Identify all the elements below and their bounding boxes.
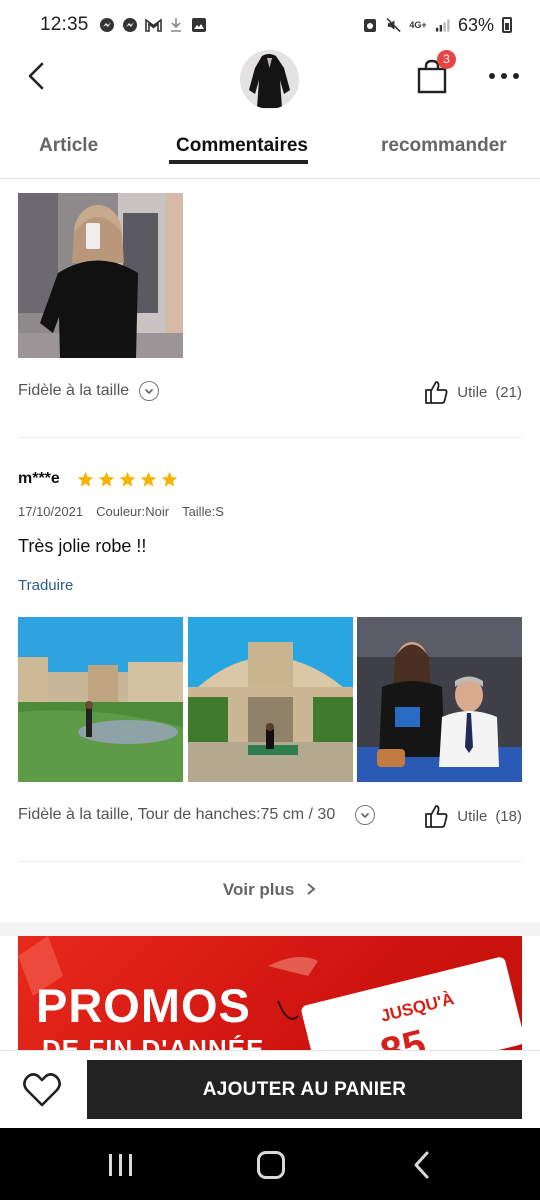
banner-title: PROMOS (36, 979, 251, 1032)
chevron-down-icon (361, 812, 370, 819)
translate-link[interactable]: Traduire (18, 577, 73, 594)
back-icon (414, 1151, 429, 1179)
palace-garden-image (18, 617, 183, 782)
helpful-count: (21) (495, 383, 522, 401)
cart-count-badge: 3 (437, 50, 456, 69)
mirror-selfie-image (18, 193, 183, 358)
helpful-count: (18) (495, 807, 522, 825)
star-icon (140, 471, 157, 487)
notification-icons (99, 17, 208, 34)
review-divider (18, 861, 522, 862)
mute-icon (386, 17, 401, 33)
review-photo[interactable] (18, 193, 183, 358)
star-rating (77, 471, 178, 488)
review-photo[interactable] (188, 617, 353, 782)
expand-fit-button[interactable] (355, 805, 376, 825)
network-icon: 4G+ (409, 20, 427, 30)
reviewer-name: m***e (18, 470, 60, 487)
battery-icon (502, 17, 512, 33)
messenger-icon (99, 17, 116, 34)
add-to-cart-button[interactable]: AJOUTER AU PANIER (87, 1060, 522, 1119)
thumbs-up-icon (425, 805, 448, 828)
tab-article[interactable]: Article (39, 135, 98, 157)
more-options-button[interactable] (484, 66, 524, 86)
system-back-button[interactable] (410, 1150, 434, 1180)
chevron-right-icon (307, 883, 316, 895)
review-divider (18, 437, 522, 438)
fit-label: Fidèle à la taille (18, 382, 130, 399)
banner-subtitle: DE FIN D'ANNÉE (42, 1034, 265, 1051)
fit-info: Fidèle à la taille, Tour de hanches:75 c… (18, 805, 376, 825)
gmail-icon (144, 17, 162, 34)
dot-icon (513, 73, 519, 79)
star-icon (119, 471, 136, 487)
thumbs-up-icon (425, 381, 448, 404)
chevron-down-icon (145, 388, 154, 395)
palace-fountain-image (188, 617, 353, 782)
review-date: 17/10/2021 (18, 504, 84, 519)
helpful-button[interactable]: Utile (21) (423, 379, 522, 405)
messenger-icon (122, 17, 139, 34)
review-meta: 17/10/2021 Couleur:Noir Taille:S (18, 504, 224, 519)
fit-label: Fidèle à la taille, Tour de hanches:75 c… (18, 806, 336, 823)
back-button[interactable] (22, 60, 54, 92)
signal-icon (435, 18, 450, 33)
product-thumbnail-image (240, 50, 299, 109)
bottom-action-bar: AJOUTER AU PANIER (0, 1050, 540, 1128)
star-icon (98, 471, 115, 487)
review-size: Taille:S (182, 504, 224, 519)
see-more-button[interactable]: Voir plus (0, 880, 540, 900)
system-status: 4G+ 63% (363, 15, 512, 36)
status-bar: 12:35 4G+ 63% (0, 0, 540, 50)
active-tab-indicator (169, 160, 308, 164)
event-photo-image (357, 617, 522, 782)
review-photo[interactable] (357, 617, 522, 782)
dot-icon (489, 73, 495, 79)
recent-apps-button[interactable] (107, 1152, 135, 1178)
helpful-button[interactable]: Utile (18) (423, 803, 522, 829)
battery-percent: 63% (457, 14, 494, 35)
system-navigation-bar (0, 1128, 540, 1200)
status-time: 12:35 (40, 14, 89, 35)
favorite-button[interactable] (22, 1071, 62, 1109)
review-color: Couleur:Noir (96, 504, 170, 519)
section-gap (0, 922, 540, 936)
download-icon (168, 17, 185, 34)
promo-banner[interactable]: JUSQU'À -85 PROMOS DE FIN D'ANNÉE (18, 936, 522, 1051)
expand-fit-button[interactable] (139, 381, 160, 401)
tab-comments[interactable]: Commentaires (176, 135, 308, 157)
top-bar: 3 (0, 50, 540, 125)
recent-apps-icon (109, 1154, 132, 1176)
star-icon (161, 471, 178, 487)
fit-info: Fidèle à la taille (18, 381, 160, 401)
tab-recommend[interactable]: recommander (381, 135, 507, 157)
tab-bar: Article Commentaires recommander (0, 125, 540, 179)
home-button[interactable] (257, 1151, 285, 1179)
dot-icon (501, 73, 507, 79)
review-text: Très jolie robe !! (18, 536, 147, 556)
helpful-label: Utile (457, 383, 488, 401)
star-icon (77, 471, 94, 487)
see-more-label: Voir plus (222, 880, 295, 899)
chevron-left-icon (28, 62, 44, 90)
review-photo[interactable] (18, 617, 183, 782)
recycle-icon (363, 18, 378, 33)
product-avatar[interactable] (240, 50, 299, 109)
helpful-label: Utile (457, 807, 488, 825)
heart-icon (23, 1073, 61, 1107)
image-icon (191, 17, 208, 34)
